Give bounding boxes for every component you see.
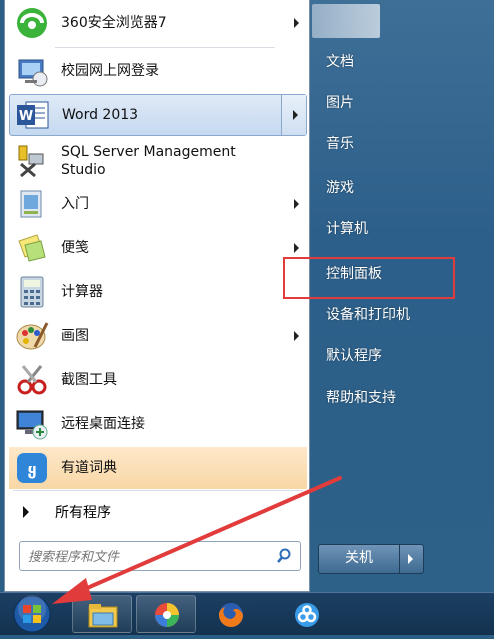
menu-item-label: 画图	[61, 328, 89, 344]
taskbar	[0, 592, 494, 635]
divider	[13, 490, 303, 491]
360-browser-icon	[15, 6, 49, 40]
taskbar-file-explorer-button[interactable]	[72, 595, 132, 633]
menu-item-label: SQL Server Management Studio	[61, 144, 236, 178]
menu-item-label: 360安全浏览器7	[61, 15, 167, 31]
submenu-arrow-icon	[293, 110, 298, 120]
menu-item-getting-started[interactable]: 入门	[9, 183, 307, 225]
menu-item-label: 计算器	[61, 284, 103, 300]
all-programs-button[interactable]: 所有程序	[9, 495, 307, 529]
shutdown-button[interactable]: 关机	[319, 545, 400, 573]
places-item-documents[interactable]: 文档	[326, 52, 354, 72]
places-item-pictures[interactable]: 图片	[326, 93, 354, 113]
search-input[interactable]	[20, 542, 270, 572]
sql-server-icon	[15, 144, 49, 178]
snipping-tool-icon	[15, 363, 49, 397]
start-menu-programs-panel: 360安全浏览器7 校园网上网登录 W Word 2013 SQL Server…	[4, 0, 310, 592]
places-item-music[interactable]: 音乐	[326, 134, 354, 154]
menu-item-label: 便笺	[61, 240, 89, 256]
menu-item-label: 远程桌面连接	[61, 416, 145, 432]
submenu-arrow-icon[interactable]	[294, 331, 299, 341]
word-icon: W	[16, 98, 50, 132]
getting-started-icon	[15, 187, 49, 221]
taskbar-firefox-button[interactable]	[200, 595, 260, 633]
network-login-icon	[15, 54, 49, 88]
svg-text:ყ: ყ	[27, 460, 36, 479]
baidu-cloud-icon	[295, 603, 319, 627]
taskbar-pinwheel-app-button[interactable]	[136, 595, 196, 633]
sticky-notes-icon	[15, 231, 49, 265]
menu-item-snipping-tool[interactable]: 截图工具	[9, 359, 307, 401]
menu-item-label: Word 2013	[62, 107, 139, 123]
menu-item-youdao-dict[interactable]: ყ 有道词典	[9, 447, 307, 489]
places-item-help-support[interactable]: 帮助和支持	[326, 388, 396, 408]
annotation-highlight-box	[283, 257, 455, 299]
user-picture[interactable]	[312, 4, 380, 38]
menu-item-paint[interactable]: 画图	[9, 315, 307, 357]
places-item-computer[interactable]: 计算机	[326, 219, 368, 239]
svg-text:W: W	[19, 109, 33, 124]
menu-item-network-login[interactable]: 校园网上网登录	[9, 50, 307, 92]
remote-desktop-icon	[15, 407, 49, 441]
menu-item-label: 有道词典	[61, 460, 117, 476]
file-explorer-icon	[88, 604, 118, 628]
submenu-arrow-icon[interactable]	[294, 243, 299, 253]
menu-item-360-browser[interactable]: 360安全浏览器7	[9, 2, 307, 44]
menu-item-remote-desktop[interactable]: 远程桌面连接	[9, 403, 307, 445]
search-box[interactable]	[19, 541, 301, 572]
pinwheel-app-icon	[155, 603, 179, 627]
places-item-games[interactable]: 游戏	[326, 178, 354, 198]
shutdown-options-button[interactable]	[400, 545, 423, 573]
submenu-arrow-icon[interactable]	[294, 18, 299, 28]
menu-item-word-2013[interactable]: W Word 2013	[9, 94, 307, 136]
menu-item-calculator[interactable]: 计算器	[9, 271, 307, 313]
windows-logo-icon	[13, 595, 51, 633]
menu-item-sql-server[interactable]: SQL Server Management Studio	[9, 140, 307, 182]
menu-item-label: 校园网上网登录	[61, 63, 159, 79]
all-programs-label: 所有程序	[55, 505, 111, 521]
taskbar-baidu-cloud-button[interactable]	[276, 595, 336, 633]
start-button[interactable]	[10, 593, 54, 635]
menu-item-label: 入门	[61, 196, 89, 212]
places-item-default-programs[interactable]: 默认程序	[326, 346, 382, 366]
expand-arrow-icon	[23, 506, 29, 518]
youdao-dict-icon: ყ	[15, 451, 49, 485]
paint-icon	[15, 319, 49, 353]
calculator-icon	[15, 275, 49, 309]
search-icon[interactable]	[276, 548, 292, 564]
divider	[55, 47, 275, 48]
firefox-icon	[219, 603, 243, 627]
menu-item-label: 截图工具	[61, 372, 117, 388]
submenu-arrow-icon[interactable]	[294, 199, 299, 209]
shutdown-button-group: 关机	[318, 544, 424, 574]
menu-item-sticky-notes[interactable]: 便笺	[9, 227, 307, 269]
places-item-devices-printers[interactable]: 设备和打印机	[326, 305, 410, 325]
